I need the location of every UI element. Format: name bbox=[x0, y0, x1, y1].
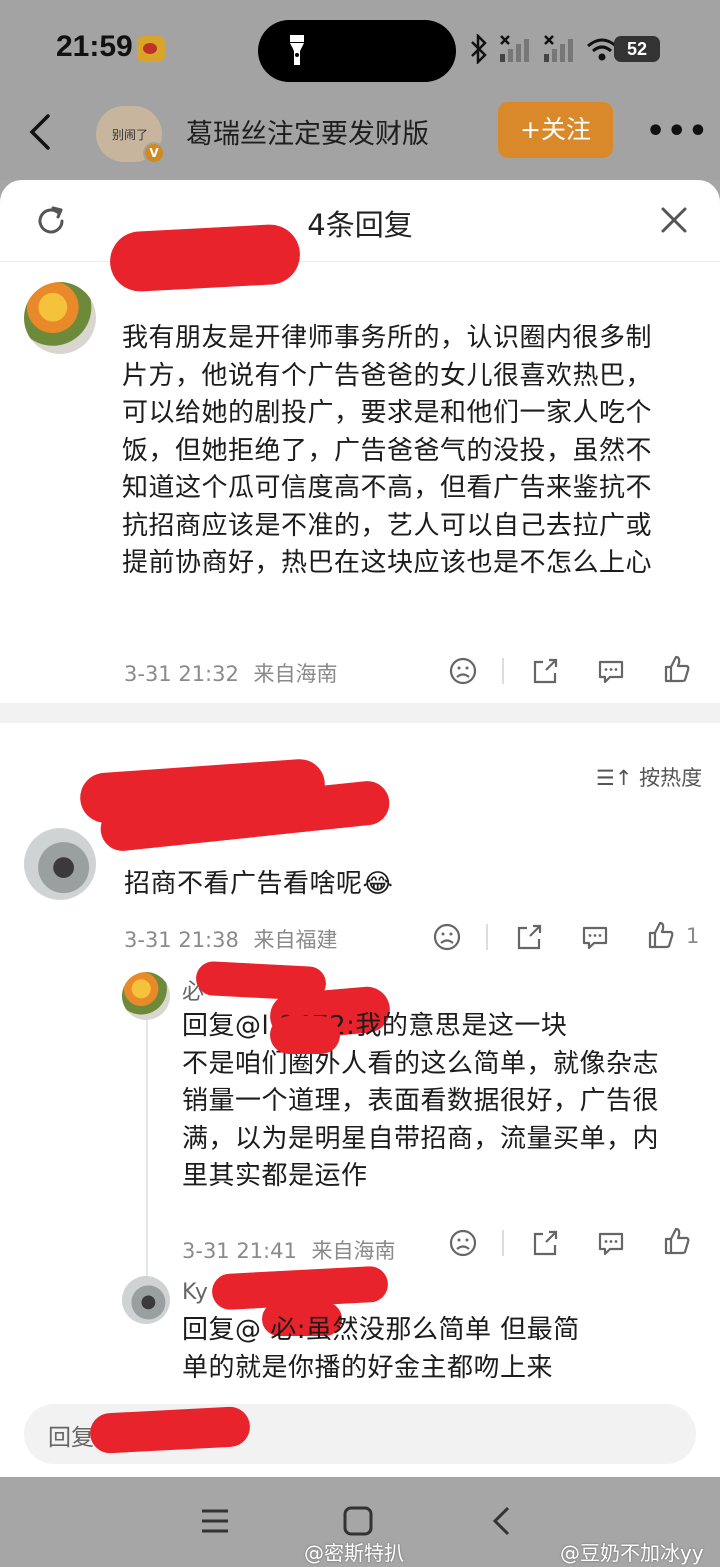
like-count: 1 bbox=[686, 924, 700, 948]
dislike-icon[interactable] bbox=[448, 656, 478, 686]
flashlight-icon bbox=[290, 35, 304, 65]
comment-icon[interactable] bbox=[580, 922, 610, 952]
comment-line: 饭，但她拒绝了，广告爸爸气的没投，虽然不 bbox=[122, 435, 653, 466]
watermark: @密斯特扒 bbox=[304, 1541, 404, 1565]
main-comment-text: 我有朋友是开律师事务所的，认识圈内很多制 片方，他说有个广告爸爸的女儿很喜欢热巴… bbox=[122, 320, 707, 583]
sort-label: 按热度 bbox=[639, 766, 703, 790]
replies-sheet: 4条回复 我有朋友是开律师事务所的，认识圈内很多制 片方，他说有个广告爸爸的女儿… bbox=[0, 180, 720, 1477]
system-nav-bar: @密斯特扒 @豆奶不加冰yy bbox=[0, 1477, 720, 1567]
reply-line: 单的就是你播的好金主都吻上来 bbox=[182, 1352, 554, 1383]
reply-text: 招商不看广告看啥呢😂 bbox=[124, 869, 394, 899]
comment-line: 片方，他说有个广告爸爸的女儿很喜欢热巴， bbox=[122, 360, 653, 391]
section-divider bbox=[0, 703, 720, 723]
avatar[interactable] bbox=[122, 972, 170, 1020]
comment-line: 知道这个瓜可信度高不高，但看广告来鉴抗不 bbox=[122, 473, 653, 503]
share-icon[interactable] bbox=[514, 922, 544, 952]
signal-icon-2 bbox=[544, 35, 573, 62]
reply-input-placeholder: 回复 bbox=[48, 1425, 94, 1451]
reply-location: 来自福建 bbox=[253, 928, 338, 952]
like-icon[interactable] bbox=[662, 654, 692, 684]
dislike-icon[interactable] bbox=[432, 922, 462, 952]
separator bbox=[486, 924, 488, 950]
comment-line: 抗招商应该是不准的，艺人可以自己去拉广或 bbox=[122, 510, 653, 541]
nav-back-icon[interactable] bbox=[490, 1505, 512, 1537]
home-icon[interactable] bbox=[342, 1505, 374, 1537]
comment-icon[interactable] bbox=[596, 656, 626, 686]
comment-line: 我有朋友是开律师事务所的，认识圈内很多制 bbox=[122, 323, 653, 353]
page-header: 别闹了 V 葛瑞丝注定要发财版 +关注 ••• bbox=[0, 100, 720, 180]
verified-badge-icon: V bbox=[143, 142, 165, 164]
signal-icon bbox=[500, 35, 529, 62]
reply-line: 里其实都是运作 bbox=[182, 1161, 368, 1191]
like-icon[interactable] bbox=[646, 920, 676, 950]
reply-line: 满，以为是明星自带招商，流量买单，内 bbox=[182, 1123, 660, 1154]
reply-line: 销量一个道理，表面看数据很好，广告很 bbox=[182, 1086, 660, 1116]
avatar-caption: 别闹了 bbox=[112, 128, 149, 142]
reply-author: Ky bbox=[182, 1280, 208, 1305]
nested-reply-text: 回复@ 必:虽然没那么简单 但最简 单的就是你播的好金主都吻上来 bbox=[182, 1312, 702, 1387]
comment-meta: 3-31 21:32 来自海南 bbox=[124, 658, 338, 688]
sort-toggle[interactable]: ☰↑ 按热度 bbox=[596, 762, 702, 792]
back-arrow-icon[interactable] bbox=[22, 110, 58, 154]
avatar[interactable] bbox=[122, 1276, 170, 1324]
page-title[interactable]: 葛瑞丝注定要发财版 bbox=[186, 112, 429, 151]
comment-icon[interactable] bbox=[596, 1228, 626, 1258]
comment-time: 3-31 21:32 bbox=[124, 662, 239, 686]
reply-meta: 3-31 21:38 来自福建 bbox=[124, 924, 338, 954]
nested-reply-text: 回复@l 0472:我的意思是这一块 不是咱们圈外人看的这么简单，就像杂志 销量… bbox=[182, 1008, 702, 1196]
status-bar: 21:59 52 bbox=[0, 0, 720, 100]
redaction-mark bbox=[89, 1405, 251, 1455]
sheet-header: 4条回复 bbox=[0, 180, 720, 262]
reply-meta: 3-31 21:41 来自海南 bbox=[182, 1235, 396, 1265]
avatar[interactable] bbox=[24, 282, 96, 354]
more-icon[interactable]: ••• bbox=[646, 114, 710, 149]
avatar[interactable] bbox=[24, 828, 96, 900]
share-icon[interactable] bbox=[530, 1228, 560, 1258]
battery-indicator: 52 bbox=[614, 36, 660, 62]
status-icons bbox=[468, 32, 618, 66]
watermark: @豆奶不加冰yy bbox=[560, 1541, 704, 1565]
reply-time: 3-31 21:38 bbox=[124, 928, 239, 952]
like-icon[interactable] bbox=[662, 1226, 692, 1256]
reply-time: 3-31 21:41 bbox=[182, 1239, 297, 1263]
separator bbox=[502, 658, 504, 684]
separator bbox=[502, 1230, 504, 1256]
thread-line bbox=[146, 1002, 148, 1292]
reply-location: 来自海南 bbox=[311, 1239, 396, 1263]
share-icon[interactable] bbox=[530, 656, 560, 686]
sort-icon: ☰↑ bbox=[596, 766, 633, 790]
comment-line: 可以给她的剧投广，要求是和他们一家人吃个 bbox=[122, 398, 653, 428]
sheet-title: 4条回复 bbox=[307, 208, 413, 242]
redaction-mark bbox=[108, 223, 302, 293]
comment-location: 来自海南 bbox=[253, 662, 338, 686]
comment-line: 提前协商好，热巴在这块应该也是不怎么上心 bbox=[122, 548, 653, 578]
bluetooth-icon bbox=[471, 34, 487, 64]
follow-button[interactable]: +关注 bbox=[498, 102, 613, 158]
reply-line: 不是咱们圈外人看的这么简单，就像杂志 bbox=[182, 1048, 660, 1079]
dislike-icon[interactable] bbox=[448, 1228, 478, 1258]
menu-icon[interactable] bbox=[200, 1507, 230, 1535]
redaction-mark bbox=[270, 1016, 340, 1054]
reply-line: 回复@l 0472:我的意思是这一块 bbox=[182, 1011, 568, 1041]
weibo-notification-icon bbox=[137, 36, 165, 62]
close-icon[interactable] bbox=[658, 204, 690, 236]
status-time: 21:59 bbox=[56, 30, 133, 63]
reply-line: 回复@ 必:虽然没那么简单 但最简 bbox=[182, 1315, 580, 1345]
